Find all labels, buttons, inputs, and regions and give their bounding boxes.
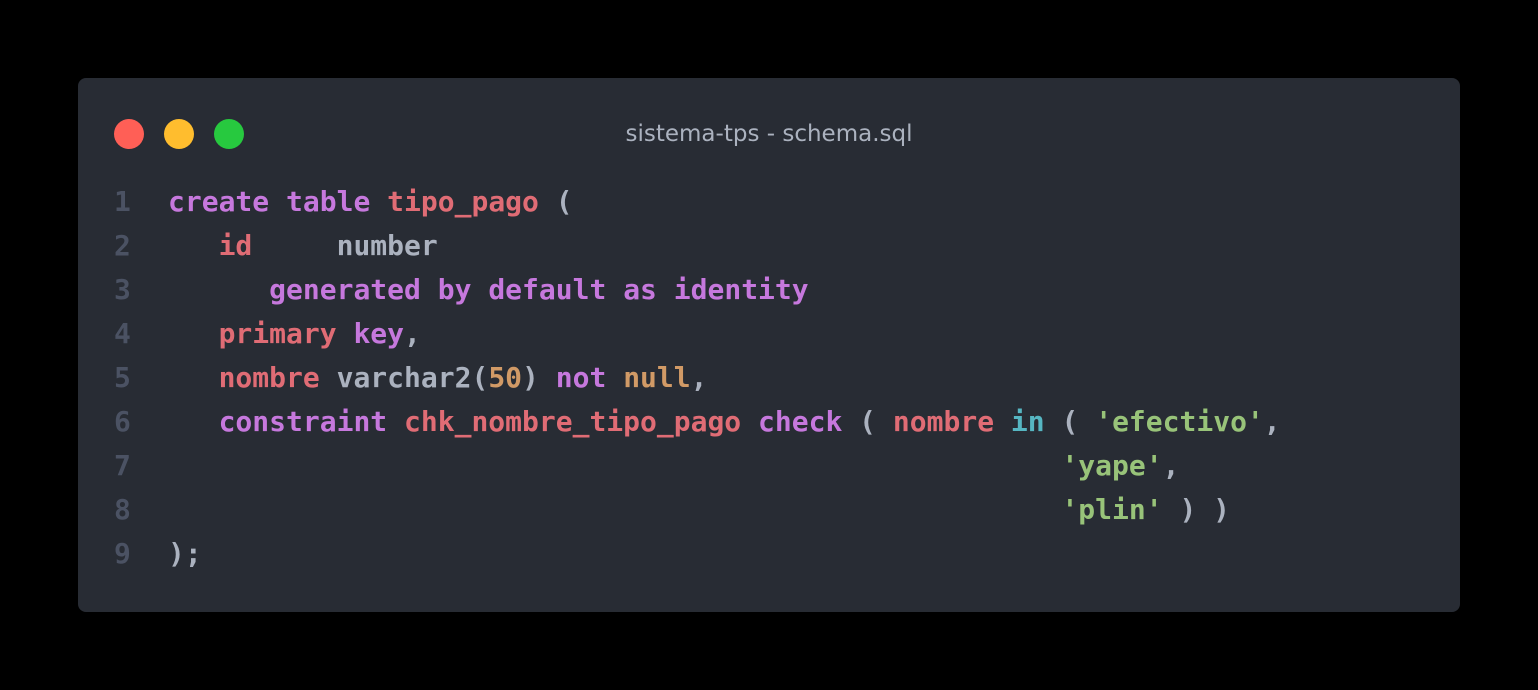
code-token: , (404, 317, 421, 350)
code-line: 1 create table tipo_pago ( (78, 180, 1460, 224)
code-token: , (1263, 405, 1281, 438)
code-token: id (218, 229, 253, 262)
code-token: ) ) (1162, 493, 1231, 526)
code-token: 'efectivo' (1095, 405, 1264, 438)
code-token: ); (168, 537, 202, 570)
code-token: as (623, 273, 657, 306)
line-number: 1 (114, 185, 131, 218)
line-number: 7 (114, 449, 131, 482)
line-source: create table tipo_pago ( (168, 180, 573, 224)
code-token: default (488, 273, 607, 306)
line-source: nombre varchar2(50) not null, (168, 356, 708, 400)
code-line: 2 id number (78, 224, 1460, 268)
line-number: 9 (114, 537, 131, 570)
window-title: sistema-tps - schema.sql (625, 121, 913, 147)
code-window: sistema-tps - schema.sql 1 create table t… (78, 78, 1460, 612)
code-token: ( (842, 405, 893, 438)
code-line: 4 primary key, (78, 312, 1460, 356)
code-editor[interactable]: 1 create table tipo_pago (2 id number 3 ge… (78, 180, 1460, 576)
code-token: ( (538, 185, 573, 218)
line-source: primary key, (168, 312, 421, 356)
code-token: ) (522, 361, 539, 394)
code-token: key (353, 317, 405, 350)
code-line: 9); (78, 532, 1460, 576)
code-token: tipo_pago (387, 185, 539, 218)
code-token: chk_nombre_tipo_pago (404, 405, 742, 438)
code-token: identity (673, 273, 809, 306)
code-token: primary (218, 317, 337, 350)
line-number: 4 (114, 317, 131, 350)
line-source: 'plin' ) ) (168, 488, 1230, 532)
line-source: id number (168, 224, 438, 268)
code-token: check (758, 405, 843, 438)
line-number: 8 (114, 493, 131, 526)
code-token: create (168, 185, 270, 218)
code-token: null (623, 361, 691, 394)
code-line: 8 'plin' ) ) (78, 488, 1460, 532)
code-line: 5 nombre varchar2(50) not null, (78, 356, 1460, 400)
code-token: , (690, 361, 708, 394)
code-token: 'plin' (1061, 493, 1163, 526)
code-token: nombre (892, 405, 995, 438)
code-token: 'yape' (1061, 449, 1163, 482)
code-token: ( (1044, 405, 1096, 438)
code-line: 7 'yape', (78, 444, 1460, 488)
code-token: constraint (218, 405, 388, 438)
code-token: number (336, 229, 438, 262)
line-source: generated by default as identity (168, 268, 809, 312)
line-number: 2 (114, 229, 131, 262)
line-number: 3 (114, 273, 131, 306)
code-token: generated (269, 273, 421, 306)
code-token: , (1162, 449, 1180, 482)
code-token: nombre (218, 361, 320, 394)
line-source: constraint chk_nombre_tipo_pago check ( … (168, 400, 1281, 444)
code-token: not (555, 361, 607, 394)
code-line: 3 generated by default as identity (78, 268, 1460, 312)
line-number: 6 (114, 405, 131, 438)
code-token: in (1010, 405, 1045, 438)
code-token: varchar2( (336, 361, 489, 394)
line-source: ); (168, 532, 202, 576)
code-token: table (286, 185, 371, 218)
line-number: 5 (114, 361, 131, 394)
code-line: 6 constraint chk_nombre_tipo_pago check … (78, 400, 1460, 444)
line-source: 'yape', (168, 444, 1179, 488)
code-token: by (437, 273, 472, 306)
code-token: 50 (488, 361, 523, 394)
